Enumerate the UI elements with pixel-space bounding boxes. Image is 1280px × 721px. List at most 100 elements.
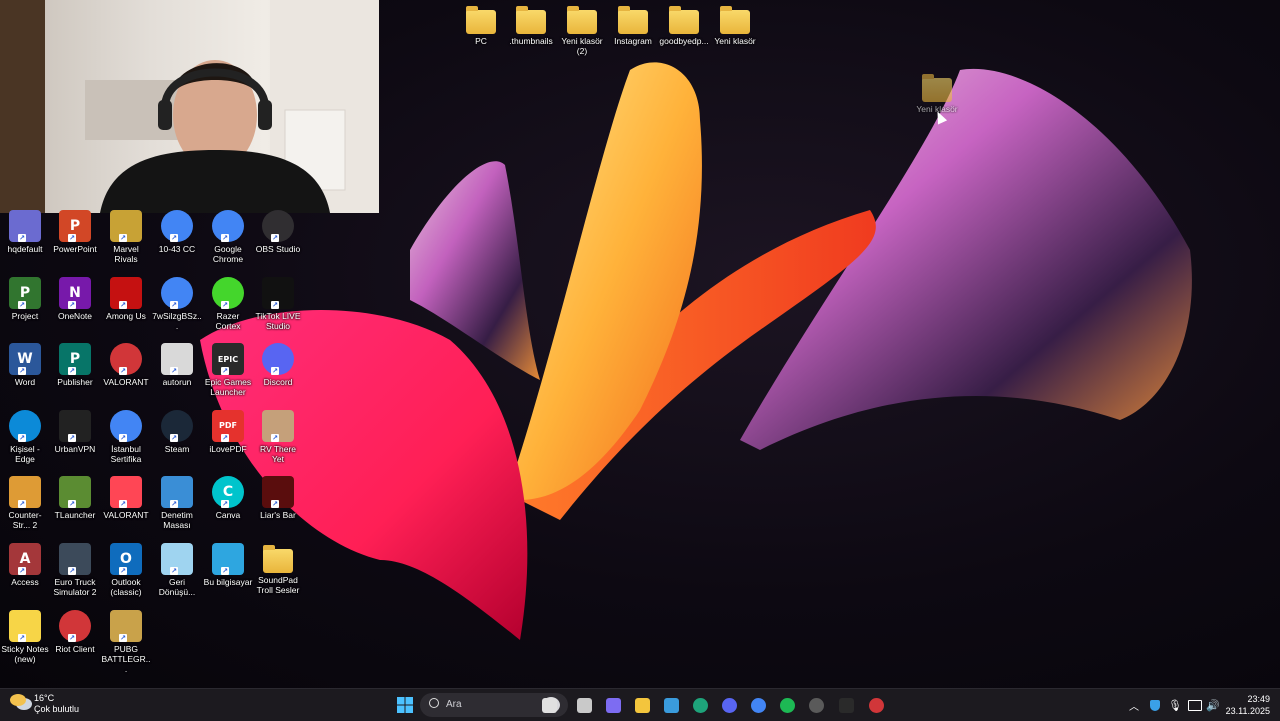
folder-icon xyxy=(263,545,293,573)
taskbar-obs-button[interactable] xyxy=(806,695,826,715)
shortcut-arrow-icon: ↗ xyxy=(18,300,26,309)
desktop-icon-computer[interactable]: ↗ Bu bilgisayar xyxy=(203,543,253,587)
icon-label: Google Chrome xyxy=(212,244,244,264)
desktop-icon-recycle-bin[interactable]: ↗ Geri Dönüşü... xyxy=(152,543,202,597)
desktop-icon-valorant[interactable]: ↗ VALORANT xyxy=(101,476,151,520)
taskbar-file-explorer-button[interactable] xyxy=(632,695,652,715)
taskbar-copilot-button[interactable] xyxy=(539,695,559,715)
desktop-icon-image[interactable]: ↗ hqdefault xyxy=(0,210,50,254)
desktop-icon-4[interactable]: Instagram xyxy=(608,4,658,46)
desktop-icon-edge[interactable]: ↗ Kişisel - Edge xyxy=(0,409,50,464)
desktop-icon-chrome[interactable]: ↗ İstanbul Sertifika xyxy=(101,409,151,464)
desktop-icon-sticky-notes[interactable]: ↗ Sticky Notes (new) xyxy=(0,609,50,664)
icon-label: iLovePDF xyxy=(209,443,247,454)
desktop-icon-cs2[interactable]: ↗ Counter-Str... 2 xyxy=(0,476,50,530)
desktop-icon-folder[interactable]: SoundPad Troll Sesler xyxy=(253,543,303,595)
security-icon[interactable] xyxy=(1145,695,1165,715)
desktop-icon-control-panel[interactable]: ↗ Denetim Masası xyxy=(152,476,202,530)
shortcut-arrow-icon: ↗ xyxy=(119,633,127,642)
shortcut-arrow-icon: ↗ xyxy=(18,367,26,376)
volume-icon[interactable]: 🔊 xyxy=(1203,695,1223,715)
taskbar-edge-button[interactable] xyxy=(690,695,710,715)
desktop-icon-2[interactable]: .thumbnails xyxy=(506,4,556,46)
chrome-icon: ↗ xyxy=(110,409,142,442)
shortcut-arrow-icon: ↗ xyxy=(68,367,76,376)
desktop-icon-truck[interactable]: ↗ Euro Truck Simulator 2 xyxy=(50,543,100,597)
taskbar-spotify-button[interactable] xyxy=(777,695,797,715)
desktop-icon-marvel-rivals[interactable]: ↗ Marvel Rivals xyxy=(101,210,151,264)
icon-label: VALORANT xyxy=(103,377,149,388)
desktop-icon-vpn[interactable]: ↗ UrbanVPN xyxy=(50,409,100,454)
task-view-icon xyxy=(576,697,592,713)
folder-icon xyxy=(618,6,648,34)
desktop-icon-obs[interactable]: ↗ OBS Studio xyxy=(253,210,303,254)
taskbar-riot-button[interactable] xyxy=(866,695,886,715)
desktop-icon-razer[interactable]: ↗ Razer Cortex xyxy=(203,276,253,331)
desktop-icon-pubg[interactable]: ↗ PUBG BATTLEGR... xyxy=(101,609,151,674)
icon-label: Geri Dönüşü... xyxy=(158,577,196,597)
desktop-icon-onenote[interactable]: N ↗ OneNote xyxy=(50,276,100,321)
taskbar-ai-button[interactable] xyxy=(603,695,623,715)
desktop-icon-steam[interactable]: ↗ Steam xyxy=(152,409,202,454)
desktop-icon-word[interactable]: W ↗ Word xyxy=(0,343,50,387)
desktop-icon-file[interactable]: ↗ autorun xyxy=(152,343,202,387)
icon-label: PC xyxy=(475,36,487,46)
microphone-icon[interactable]: 🎙 xyxy=(1165,695,1185,715)
desktop-icon-5[interactable]: goodbyedp... xyxy=(659,4,709,46)
shortcut-arrow-icon: ↗ xyxy=(170,234,178,242)
icon-label: Yeni klasör xyxy=(714,36,756,46)
desktop-icon-chrome[interactable]: ↗ 10-43 CC xyxy=(152,210,202,254)
desktop-icon-minecraft[interactable]: ↗ TLauncher xyxy=(50,476,100,520)
taskbar-game-button[interactable] xyxy=(836,695,856,715)
desktop-icon-outlook[interactable]: O ↗ Outlook (classic) xyxy=(101,543,151,597)
desktop-icon-pdf[interactable]: PDF ↗ iLovePDF xyxy=(203,409,253,454)
taskbar-task-view-button[interactable] xyxy=(574,695,594,715)
webcam-overlay xyxy=(0,0,379,213)
show-hidden-icons-chevron[interactable]: ︿ xyxy=(1124,695,1144,715)
icon-label: 10-43 CC xyxy=(158,244,196,254)
recycle-bin-icon: ↗ xyxy=(161,543,193,575)
desktop-icon-canva[interactable]: C ↗ Canva xyxy=(203,476,253,520)
shortcut-arrow-icon: ↗ xyxy=(170,433,178,442)
taskbar: 16°C Çok bulutlu Ara ︿ 🎙 🔊 23:49 23.11.2… xyxy=(0,688,1280,721)
file-icon: ↗ xyxy=(161,343,193,376)
desktop-icon-publisher[interactable]: P ↗ Publisher xyxy=(50,343,100,387)
icon-label: Epic Games Launcher xyxy=(204,377,252,398)
desktop-icon-project[interactable]: P ↗ Project xyxy=(0,276,50,321)
desktop-icon-liars-bar[interactable]: ↗ Liar's Bar xyxy=(253,476,303,520)
shortcut-arrow-icon: ↗ xyxy=(221,367,229,376)
desktop-icon-among-us[interactable]: ↗ Among Us xyxy=(101,276,151,321)
shortcut-arrow-icon: ↗ xyxy=(18,633,26,642)
desktop-icon-discord[interactable]: ↗ Discord xyxy=(253,343,303,387)
desktop-icon-epic-games[interactable]: EPIC ↗ Epic Games Launcher xyxy=(203,343,253,397)
desktop-icon-access[interactable]: A ↗ Access xyxy=(0,543,50,587)
onenote-icon: N ↗ xyxy=(59,276,91,309)
shortcut-arrow-icon: ↗ xyxy=(271,234,279,242)
taskbar-store-button[interactable] xyxy=(661,695,681,715)
network-icon[interactable] xyxy=(1185,695,1205,715)
desktop-icon-1[interactable]: PC xyxy=(456,4,506,46)
desktop-icon-game[interactable]: ↗ RV There Yet xyxy=(253,409,303,464)
icon-label: Counter-Str... 2 xyxy=(8,510,42,531)
desktop-icon-chrome[interactable]: ↗ 7wSilzgBSz... xyxy=(152,276,202,331)
desktop-icon-dragged-folder[interactable]: Yeni klasör xyxy=(912,72,962,114)
desktop-icon-6[interactable]: Yeni klasör xyxy=(710,4,760,46)
folder-icon xyxy=(466,6,496,34)
desktop-icon-riot[interactable]: ↗ VALORANT xyxy=(101,343,151,387)
taskbar-discord-button[interactable] xyxy=(719,695,739,715)
desktop-icon-riot[interactable]: ↗ Riot Client xyxy=(50,609,100,654)
desktop-icon-chrome[interactable]: ↗ Google Chrome xyxy=(203,210,253,264)
desktop-icon-3[interactable]: Yeni klasör (2) xyxy=(557,4,607,56)
weather-widget[interactable]: 16°C Çok bulutlu xyxy=(10,693,79,715)
icon-label: Riot Client xyxy=(55,643,95,654)
folder-icon xyxy=(922,74,952,102)
edge-icon: ↗ xyxy=(9,409,41,442)
chrome-icon: ↗ xyxy=(161,210,193,242)
start-button[interactable] xyxy=(395,695,415,715)
desktop-icon-powerpoint[interactable]: P ↗ PowerPoint xyxy=(50,210,100,254)
taskbar-clock[interactable]: 23:49 23.11.2025 xyxy=(1226,693,1270,717)
desktop-icon-tiktok[interactable]: ↗ TikTok LIVE Studio xyxy=(253,276,303,331)
taskbar-chrome-button[interactable] xyxy=(748,695,768,715)
tiktok-icon: ↗ xyxy=(262,276,294,309)
discord-icon xyxy=(721,697,737,713)
